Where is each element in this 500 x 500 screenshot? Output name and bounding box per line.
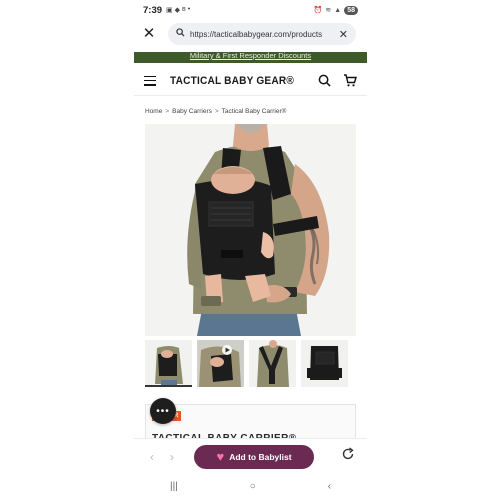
breadcrumb-home[interactable]: Home: [145, 108, 162, 115]
site-header: TACTICAL BABY GEAR®: [134, 66, 367, 96]
close-tab-button[interactable]: ✕: [134, 22, 164, 46]
menu-icon[interactable]: [144, 75, 156, 86]
clear-url-button[interactable]: ✕: [339, 28, 348, 41]
phone-screen: 7:39 ▣ ◆ ʙ • ⏰ ≋ ▲ 58 ✕ https://tactical…: [134, 0, 367, 500]
thumbnail-1[interactable]: [145, 340, 192, 387]
breadcrumb-baby-carriers[interactable]: Baby Carriers: [172, 108, 212, 115]
thumbnail-3[interactable]: [249, 340, 296, 387]
system-back-button[interactable]: ‹: [328, 481, 331, 492]
header-actions: [318, 74, 357, 87]
url-text[interactable]: https://tacticalbabygear.com/products: [190, 30, 335, 39]
alarm-icon: ⏰: [313, 7, 323, 14]
status-left-icons: ▣ ◆ ʙ •: [166, 6, 190, 14]
browser-bottom-bar: ‹ › ♥ Add to Babylist: [134, 438, 367, 474]
product-thumbnails: [145, 340, 367, 388]
status-right-icons: ⏰ ≋ ▲ 58: [313, 5, 358, 15]
heart-icon: ♥: [216, 449, 225, 464]
signal-icon: ▲: [334, 6, 342, 14]
cart-icon[interactable]: [343, 74, 357, 87]
screenshot-icon: ▣: [166, 7, 173, 14]
back-arrow-icon[interactable]: ‹: [142, 450, 162, 464]
wifi-icon: ≋: [325, 7, 332, 14]
chat-widget-button[interactable]: •••: [150, 398, 176, 424]
reload-icon[interactable]: [341, 447, 355, 466]
search-icon: [176, 28, 185, 40]
forward-arrow-icon[interactable]: ›: [162, 450, 182, 464]
breadcrumb-separator: >: [165, 108, 170, 115]
babylist-label: Add to Babylist: [229, 451, 292, 462]
dot-icon: •: [187, 6, 191, 13]
breadcrumb-current: Tactical Baby Carrier®: [221, 108, 287, 115]
recents-button[interactable]: |||: [170, 481, 178, 492]
address-bar[interactable]: https://tacticalbabygear.com/products ✕: [168, 23, 356, 45]
status-time: 7:39: [143, 4, 163, 16]
thumbnail-2-video[interactable]: [197, 340, 244, 387]
shop-icon: ◆: [174, 7, 181, 14]
thumbnail-4[interactable]: [301, 340, 348, 387]
status-bar: 7:39 ▣ ◆ ʙ • ⏰ ≋ ▲ 58: [134, 0, 367, 20]
bluetooth-icon: ʙ: [182, 6, 186, 13]
battery-indicator: 58: [344, 5, 358, 15]
browser-toolbar: ✕ https://tacticalbabygear.com/products …: [134, 22, 367, 46]
breadcrumb: Home > Baby Carriers > Tactical Baby Carrier…: [145, 108, 286, 115]
product-main-image[interactable]: [145, 124, 356, 336]
home-button[interactable]: ○: [250, 481, 256, 492]
promo-banner-link[interactable]: Military & First Responder Discounts: [134, 52, 367, 63]
add-to-babylist-button[interactable]: ♥ Add to Babylist: [194, 444, 314, 469]
search-icon[interactable]: [318, 74, 331, 87]
breadcrumb-separator: >: [214, 108, 219, 115]
system-navigation-bar: ||| ○ ‹: [134, 476, 367, 496]
site-logo[interactable]: TACTICAL BABY GEAR®: [170, 75, 294, 87]
